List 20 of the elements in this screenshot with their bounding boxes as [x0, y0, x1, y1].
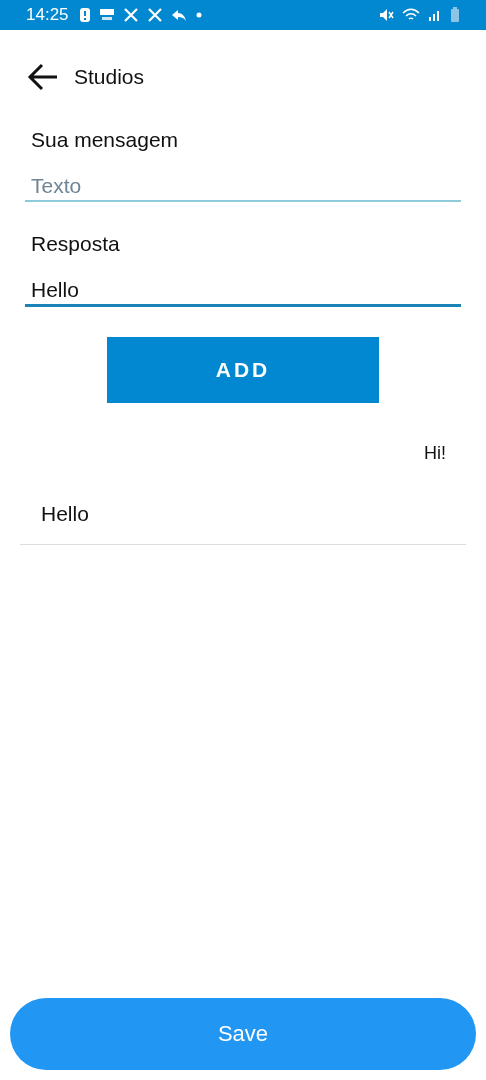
alert-icon: [78, 7, 91, 23]
reply-icon: [170, 7, 187, 23]
x-logo-icon: [146, 7, 163, 23]
x-logo-icon: [122, 7, 139, 23]
add-button[interactable]: ADD: [107, 337, 379, 403]
text-field[interactable]: Texto: [25, 174, 461, 202]
sent-message: Hi!: [424, 443, 446, 464]
back-button[interactable]: [26, 62, 60, 92]
field-label: Sua mensagem: [30, 128, 180, 152]
save-button[interactable]: Save: [10, 998, 476, 1070]
mute-icon: [378, 7, 394, 23]
received-message: Hello: [41, 502, 89, 526]
page-title: Studios: [74, 65, 145, 89]
field-label: Resposta: [30, 232, 121, 256]
text-field[interactable]: Hello: [25, 278, 461, 307]
battery-icon: [450, 7, 460, 23]
carrier-icon: [98, 8, 115, 22]
status-time: 14:25: [26, 5, 69, 25]
signal-icon: [428, 8, 442, 22]
dot-icon: [194, 11, 203, 19]
